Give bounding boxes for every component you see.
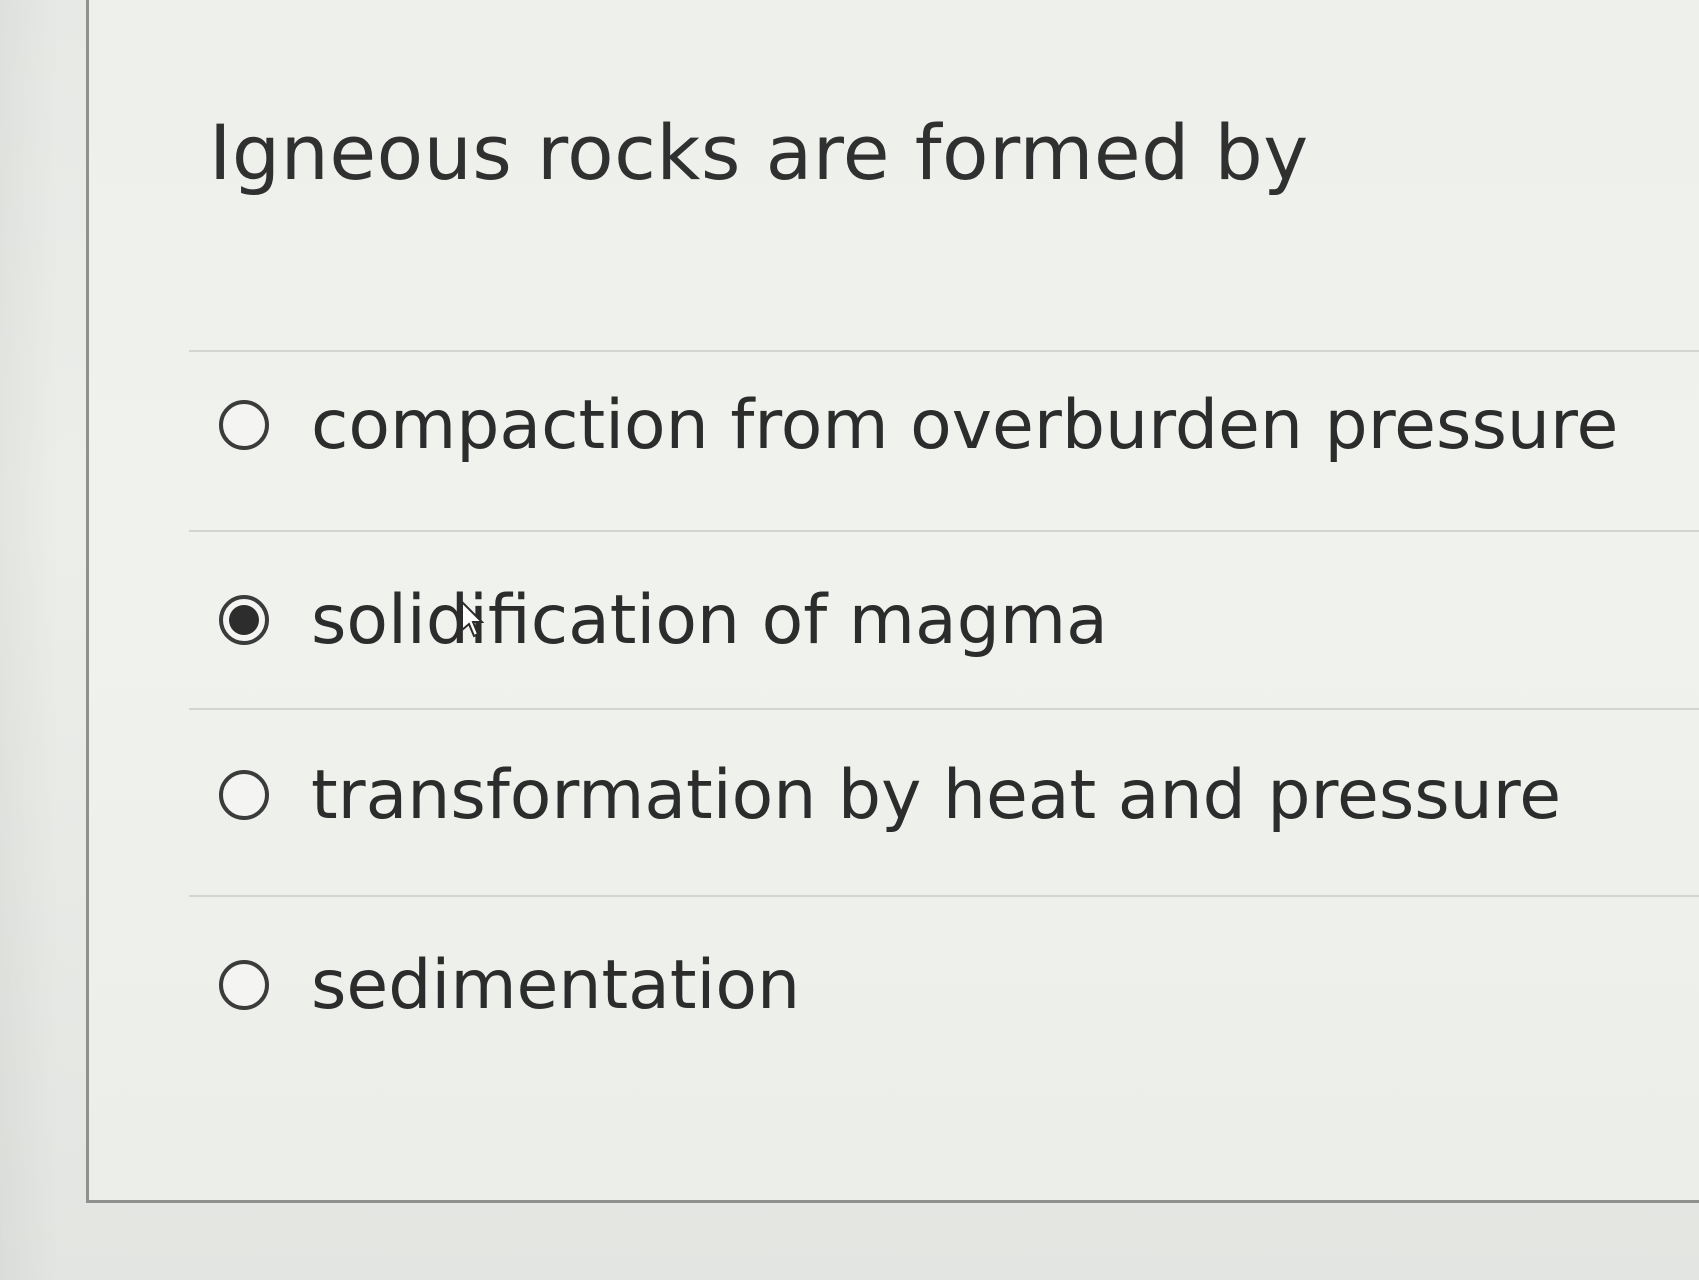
- radio-dot: [229, 605, 259, 635]
- mouse-pointer-icon: [461, 600, 484, 638]
- answer-option-2[interactable]: solidification of magma: [219, 545, 1108, 695]
- answer-option-1[interactable]: compaction from overburden pressure: [219, 350, 1618, 500]
- divider: [189, 530, 1699, 532]
- answer-option-3[interactable]: transformation by heat and pressure: [219, 720, 1561, 870]
- radio-button-icon[interactable]: [219, 595, 269, 645]
- radio-button-icon[interactable]: [219, 400, 269, 450]
- radio-button-icon[interactable]: [219, 770, 269, 820]
- divider: [189, 708, 1699, 710]
- answer-label: solidification of magma: [311, 580, 1108, 660]
- question-text: Igneous rocks are formed by: [209, 108, 1309, 197]
- divider: [189, 895, 1699, 897]
- answer-option-4[interactable]: sedimentation: [219, 910, 800, 1060]
- answer-label: compaction from overburden pressure: [311, 385, 1619, 465]
- radio-button-icon[interactable]: [219, 960, 269, 1010]
- quiz-screen: Igneous rocks are formed by compaction f…: [0, 0, 1699, 1280]
- answer-label: transformation by heat and pressure: [311, 755, 1562, 835]
- answer-label: sedimentation: [311, 945, 801, 1025]
- question-card: Igneous rocks are formed by compaction f…: [86, 0, 1699, 1203]
